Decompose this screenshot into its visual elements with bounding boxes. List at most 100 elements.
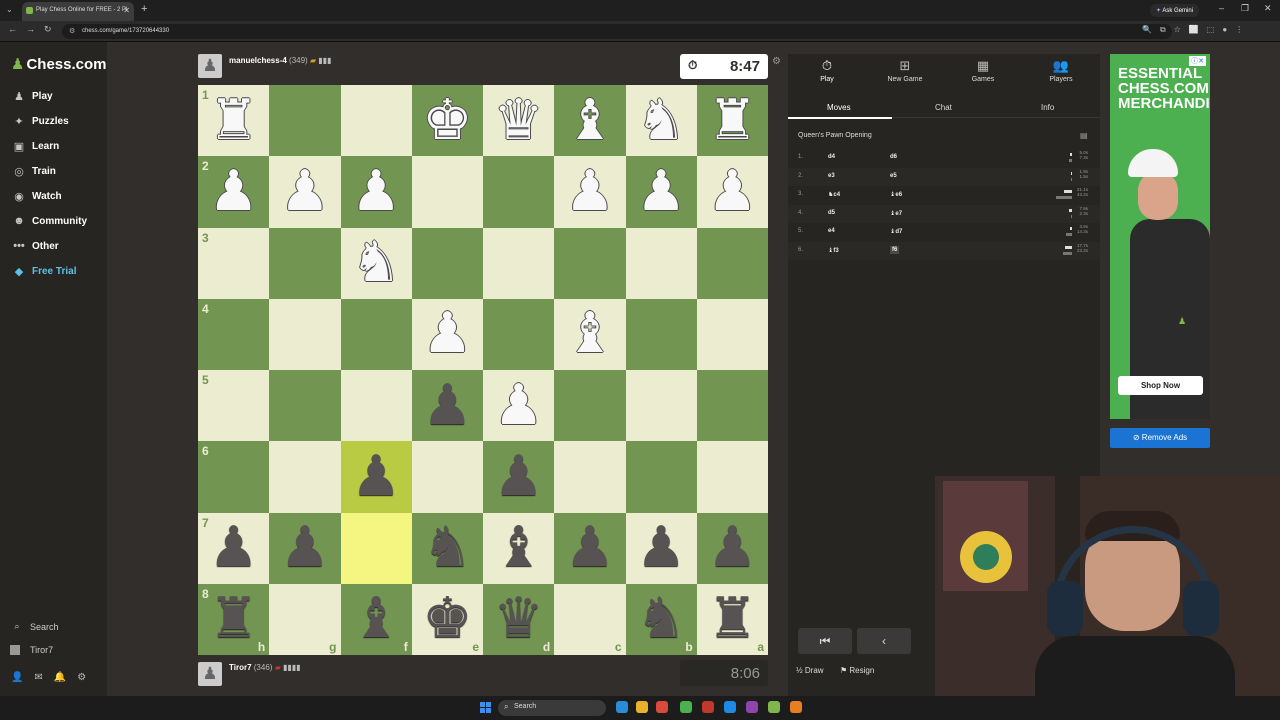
black-knight-icon[interactable]: ♞ [422,520,472,576]
square-c5[interactable] [554,370,626,442]
black-pawn-icon[interactable]: ♟ [422,377,472,434]
close-window-icon[interactable]: ✕ [1264,3,1272,14]
chess-board[interactable]: 1 ♜ ♚ ♛ ♝ ♞ ♜ 2 ♟ ♟ ♟ ♟ ♟ ♟ 3 ♞ 4 ♟ ♝ 5 ♟ ♟ 6 ♟ ♟ 7 ♟ ♟ ♞ ♝ ♟ ♟ ♟ 8 h ♜ g f ♝ e… [198,85,768,655]
square-d7[interactable]: ♝ [483,512,555,584]
white-knight-icon[interactable]: ♞ [351,235,401,291]
tab-chat[interactable]: Chat [935,103,952,112]
minimize-icon[interactable]: – [1219,3,1224,13]
panel-tab-new-game[interactable]: ⊞ New Game [866,58,944,83]
square-a2[interactable]: ♟ [696,156,768,228]
sidebar-item-puzzles[interactable]: ✦ Puzzles [10,111,68,131]
black-rook-icon[interactable]: ♜ [209,591,259,647]
book-icon[interactable]: ▤ [1080,131,1088,140]
square-a8[interactable]: a ♜ [696,583,768,655]
square-c7[interactable]: ♟ [554,512,626,584]
square-e4[interactable]: ♟ [411,298,483,370]
black-pawn-icon[interactable]: ♟ [494,448,544,505]
remove-ads-button[interactable]: ⊘ Remove Ads [1110,428,1210,448]
square-c4[interactable]: ♝ [554,298,626,370]
square-e5[interactable]: ♟ [411,370,483,442]
white-pawn-icon[interactable]: ♟ [494,377,544,434]
square-d5[interactable]: ♟ [483,370,555,442]
draw-button[interactable]: ½ Draw [796,666,824,675]
square-b4[interactable] [625,298,697,370]
tab-info[interactable]: Info [1041,103,1054,112]
white-move[interactable]: e4 [828,228,835,234]
maximize-icon[interactable]: ❐ [1241,3,1249,14]
black-pawn-icon[interactable]: ♟ [280,520,330,576]
browser-tab[interactable]: Play Chess Online for FREE - 2 Pl ✕ [22,2,134,21]
white-rook-icon[interactable]: ♜ [209,92,259,149]
white-move[interactable]: d5 [828,210,835,216]
square-f3[interactable]: ♞ [340,227,412,299]
chrome-icon[interactable] [680,701,692,713]
app-icon[interactable] [702,701,714,713]
square-f8[interactable]: f ♝ [340,583,412,655]
ad-choices-icon[interactable]: ⓘ✕ [1189,56,1206,66]
black-pawn-icon[interactable]: ♟ [707,520,757,576]
square-b8[interactable]: b ♞ [625,583,697,655]
square-e7[interactable]: ♞ [411,512,483,584]
square-c2[interactable]: ♟ [554,156,626,228]
square-g8[interactable]: g [269,583,341,655]
square-f7[interactable] [340,512,412,584]
close-tab-icon[interactable]: ✕ [123,6,130,15]
white-bishop-icon[interactable]: ♝ [565,92,615,149]
square-a7[interactable]: ♟ [696,512,768,584]
square-b2[interactable]: ♟ [625,156,697,228]
sidebar-item-learn[interactable]: ▣ Learn [10,136,59,156]
bottom-player-avatar[interactable]: ♟ [198,662,222,686]
square-e1[interactable]: ♚ [411,85,483,157]
black-pawn-icon[interactable]: ♟ [351,448,401,505]
black-bishop-icon[interactable]: ♝ [351,591,401,647]
black-pawn-icon[interactable]: ♟ [209,520,259,576]
square-e8[interactable]: e ♚ [411,583,483,655]
ask-gemini-button[interactable]: ✦ Ask Gemini [1150,4,1200,17]
square-h4[interactable]: 4 [198,298,270,370]
windows-start-icon[interactable] [480,702,491,713]
square-e2[interactable] [411,156,483,228]
file-explorer-icon[interactable] [636,701,648,713]
square-d1[interactable]: ♛ [483,85,555,157]
square-d8[interactable]: d ♛ [483,583,555,655]
browser-toolbar-icons[interactable]: 🔍⧉☆⬜⬚●⋮ [1142,25,1251,35]
square-g5[interactable] [269,370,341,442]
black-move[interactable]: ♝e6 [890,191,902,198]
white-bishop-icon[interactable]: ♝ [565,306,615,362]
shop-now-button[interactable]: Shop Now [1118,376,1203,395]
square-g3[interactable] [269,227,341,299]
square-b3[interactable] [625,227,697,299]
black-move[interactable]: ♝e7 [890,210,902,217]
panel-tab-play[interactable]: ⏱ Play [788,58,866,83]
white-pawn-icon[interactable]: ♟ [707,163,757,220]
white-move[interactable]: e3 [828,173,835,179]
square-b6[interactable] [625,441,697,513]
sidebar-item-free-trial[interactable]: ◆ Free Trial [10,261,77,281]
resign-button[interactable]: ⚑ Resign [840,666,874,675]
sidebar-item-community[interactable]: ☻ Community [10,211,87,231]
top-player-avatar[interactable]: ♟ [198,54,222,78]
square-c6[interactable] [554,441,626,513]
app-icon[interactable] [790,701,802,713]
white-pawn-icon[interactable]: ♟ [351,163,401,220]
white-pawn-icon[interactable]: ♟ [422,306,472,362]
square-a1[interactable]: ♜ [696,85,768,157]
white-move[interactable]: d4 [828,154,835,160]
black-pawn-icon[interactable]: ♟ [565,520,615,576]
square-h3[interactable]: 3 [198,227,270,299]
sidebar-item-watch[interactable]: ◉ Watch [10,186,61,206]
tab-list-icon[interactable]: ⌄ [6,5,13,14]
square-f2[interactable]: ♟ [340,156,412,228]
sidebar-item-other[interactable]: ••• Other [10,236,58,256]
square-g1[interactable] [269,85,341,157]
black-queen-icon[interactable]: ♛ [494,591,544,647]
black-pawn-icon[interactable]: ♟ [636,520,686,576]
black-move[interactable]: d6 [890,154,897,160]
app-icon[interactable] [768,701,780,713]
square-b7[interactable]: ♟ [625,512,697,584]
square-h1[interactable]: 1 ♜ [198,85,270,157]
app-icon[interactable] [656,701,668,713]
black-king-icon[interactable]: ♚ [422,591,472,647]
white-pawn-icon[interactable]: ♟ [636,163,686,220]
board-settings-icon[interactable]: ⚙ [772,56,781,67]
